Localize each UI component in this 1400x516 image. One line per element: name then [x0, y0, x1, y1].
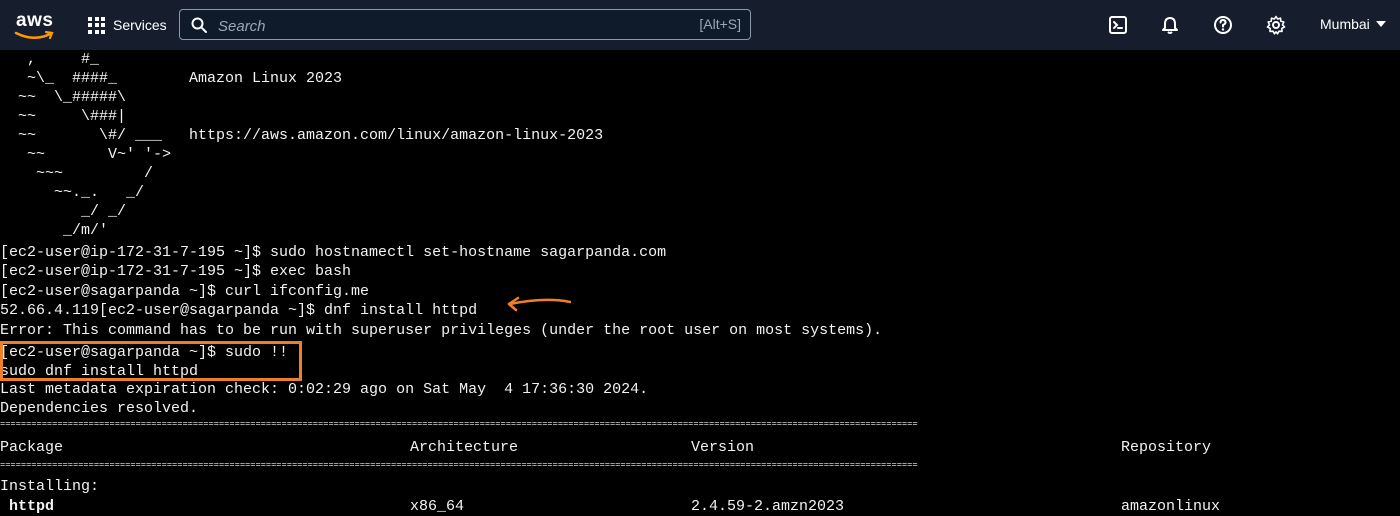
gear-icon[interactable]	[1266, 15, 1286, 35]
search-input[interactable]	[216, 15, 660, 37]
aws-logo[interactable]: aws	[14, 10, 58, 42]
aws-logo-text: aws	[16, 10, 54, 31]
table-section-label: Installing:	[0, 478, 100, 495]
aws-smile-icon	[14, 30, 54, 40]
aws-console-header: aws Services [Alt+S] M	[0, 0, 1400, 50]
cloudshell-icon[interactable]	[1108, 15, 1128, 35]
table-separator: ========================================…	[0, 460, 918, 470]
table-cell-repo: amazonlinux	[1121, 498, 1221, 515]
services-menu-button[interactable]: Services	[88, 14, 167, 36]
search-shortcut-hint: [Alt+S]	[699, 16, 741, 32]
banner-line: _/m/'	[0, 222, 109, 239]
terminal-output-line: [ec2-user@ip-172-31-7-195 ~]$ sudo hostn…	[0, 244, 667, 261]
banner-line: ~~._. _/	[0, 184, 145, 201]
bell-icon[interactable]	[1160, 15, 1180, 35]
table-header-package: Package	[0, 439, 64, 456]
terminal-output-line: Last metadata expiration check: 0:02:29 …	[0, 381, 649, 398]
terminal-window[interactable]: , #_ ~\_ ####_ Amazon Linux 2023 ~~ \_##…	[0, 50, 1400, 516]
terminal-error-line: Error: This command has to be run with s…	[0, 322, 883, 339]
terminal-output-line: 52.66.4.119[ec2-user@sagarpanda ~]$ dnf …	[0, 302, 478, 319]
highlight-box-annotation	[0, 341, 302, 381]
terminal-output-line: [ec2-user@sagarpanda ~]$ curl ifconfig.m…	[0, 283, 370, 300]
banner-line: ~~ \###|	[0, 108, 127, 125]
banner-line: ~\_ ####_ Amazon Linux 2023	[0, 70, 343, 87]
banner-line: ~~ V~' '->	[0, 146, 172, 163]
banner-line: ~~~ /	[0, 165, 154, 182]
arrow-left-annotation-icon	[507, 296, 572, 312]
table-header-architecture: Architecture	[410, 439, 519, 456]
search-bar[interactable]: [Alt+S]	[179, 9, 751, 40]
banner-line: , #_	[0, 51, 100, 68]
chevron-down-icon	[1375, 21, 1386, 27]
terminal-output-line: [ec2-user@ip-172-31-7-195 ~]$ exec bash	[0, 263, 352, 280]
services-grid-icon	[88, 16, 105, 34]
help-icon[interactable]	[1213, 15, 1233, 35]
region-label: Mumbai	[1320, 16, 1370, 32]
table-header-version: Version	[691, 439, 755, 456]
terminal-output-line: Dependencies resolved.	[0, 400, 199, 417]
table-separator: ========================================…	[0, 419, 918, 429]
services-label: Services	[113, 17, 167, 33]
banner-line: ~~ \_#####\	[0, 89, 127, 106]
table-cell-version: 2.4.59-2.amzn2023	[691, 498, 845, 515]
banner-line: _/ _/	[0, 203, 127, 220]
banner-line: ~~ \#/ ___ https://aws.amazon.com/linux/…	[0, 127, 604, 144]
search-icon	[191, 17, 207, 33]
table-cell-package: httpd	[9, 498, 55, 515]
region-selector[interactable]: Mumbai	[1320, 16, 1386, 32]
table-header-repository: Repository	[1121, 439, 1212, 456]
table-cell-arch: x86_64	[410, 498, 465, 515]
